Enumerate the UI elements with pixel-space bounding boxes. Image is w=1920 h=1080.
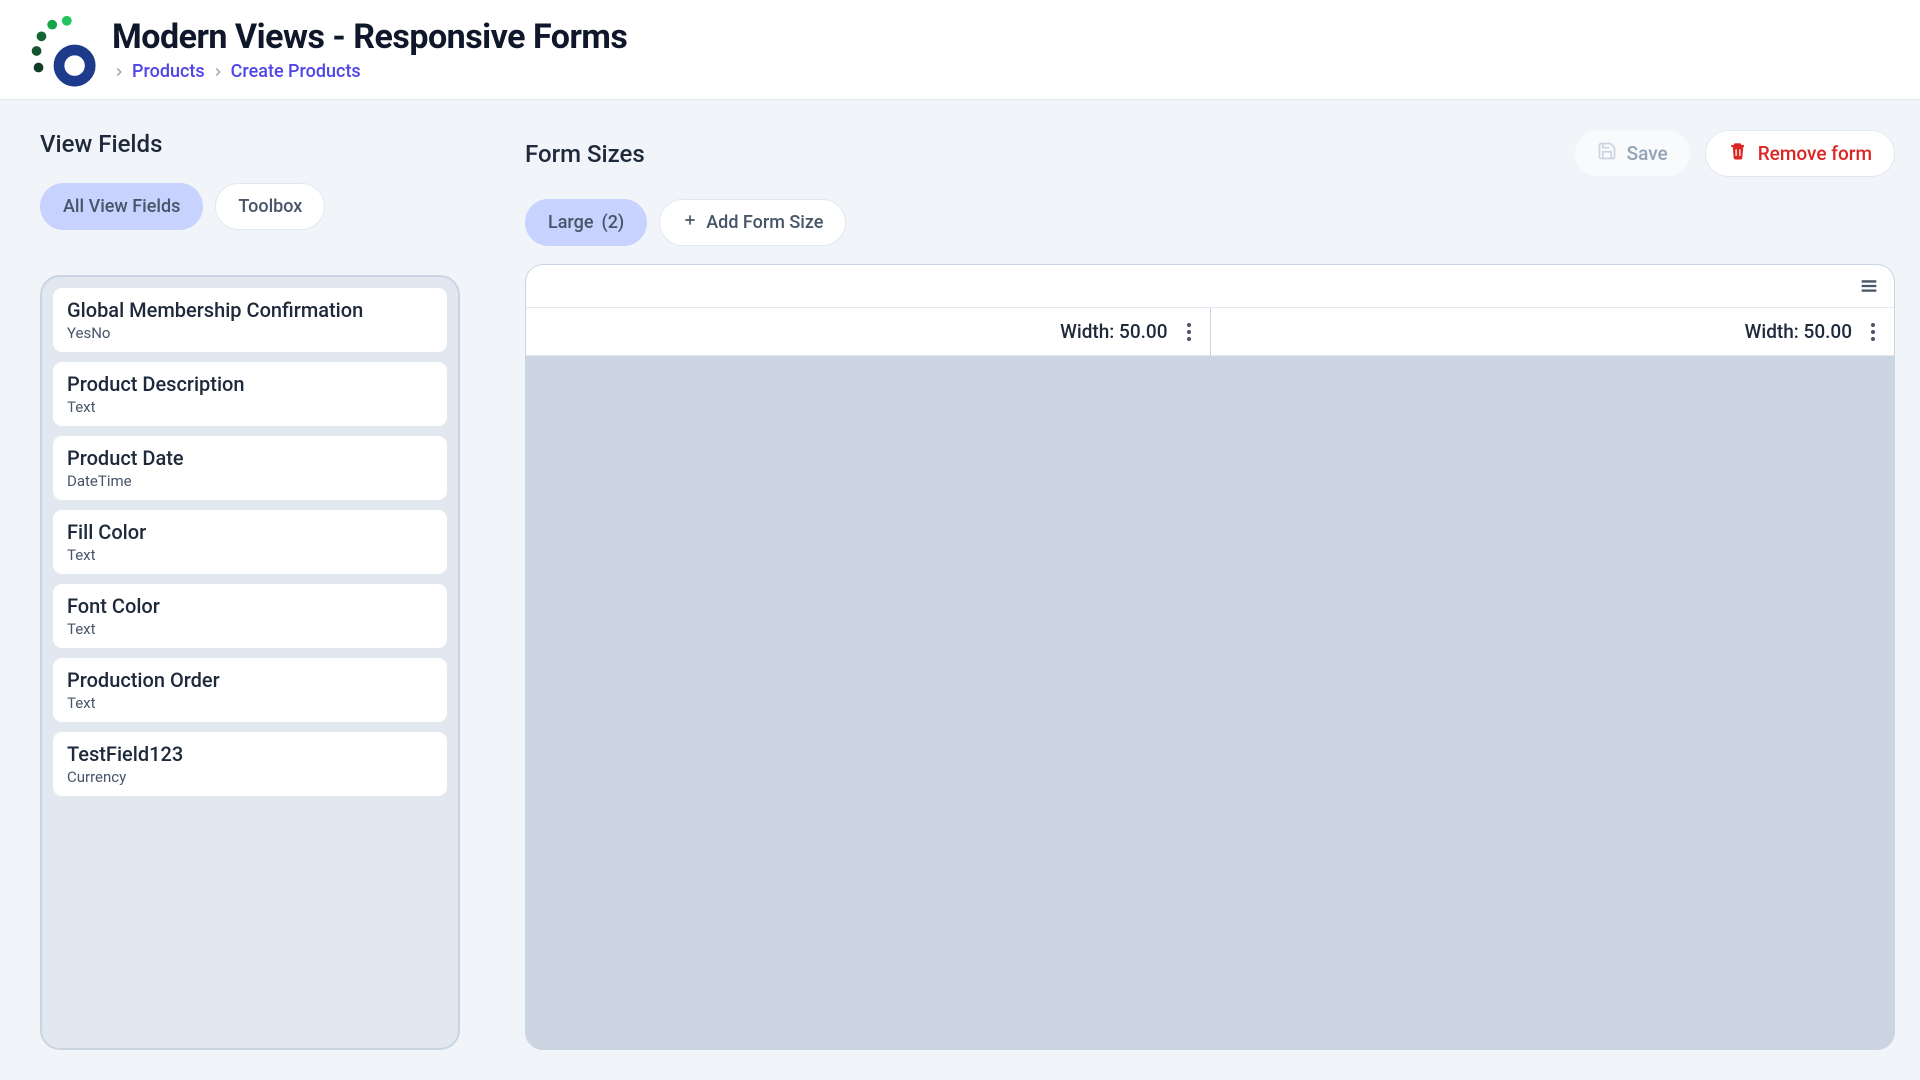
field-card[interactable]: Fill Color Text — [52, 509, 448, 575]
field-type: Currency — [67, 768, 433, 786]
field-card[interactable]: TestField123 Currency — [52, 731, 448, 797]
right-panel: Form Sizes Save Remove form Large — [500, 100, 1920, 1080]
field-type: DateTime — [67, 472, 433, 490]
column-width-label: Width: 50.00 — [1745, 320, 1852, 343]
field-name: Product Date — [67, 446, 433, 470]
action-buttons: Save Remove form — [1574, 130, 1895, 177]
form-size-count: (2) — [601, 212, 624, 233]
chevron-right-icon — [112, 65, 126, 79]
field-card[interactable]: Font Color Text — [52, 583, 448, 649]
form-column[interactable]: Width: 50.00 — [1211, 308, 1895, 1049]
form-size-tab-large[interactable]: Large (2) — [525, 199, 647, 246]
save-icon — [1597, 141, 1617, 166]
remove-label: Remove form — [1758, 142, 1872, 165]
tab-all-view-fields[interactable]: All View Fields — [40, 183, 203, 230]
form-container: Width: 50.00 Width: 50.00 — [525, 264, 1895, 1050]
field-name: Fill Color — [67, 520, 433, 544]
breadcrumb-link-create-products[interactable]: Create Products — [231, 61, 361, 82]
save-button[interactable]: Save — [1574, 130, 1691, 177]
breadcrumb: Products Create Products — [112, 61, 627, 82]
remove-form-button[interactable]: Remove form — [1705, 130, 1895, 177]
field-card[interactable]: Global Membership Confirmation YesNo — [52, 287, 448, 353]
app-header: Modern Views - Responsive Forms Products… — [0, 0, 1920, 100]
column-menu-icon[interactable] — [1186, 322, 1192, 342]
field-card[interactable]: Production Order Text — [52, 657, 448, 723]
field-type: Text — [67, 620, 433, 638]
main-layout: View Fields All View Fields Toolbox Glob… — [0, 100, 1920, 1080]
field-card[interactable]: Product Date DateTime — [52, 435, 448, 501]
field-type: YesNo — [67, 324, 433, 342]
add-form-size-button[interactable]: Add Form Size — [659, 199, 846, 246]
chevron-right-icon — [211, 65, 225, 79]
field-card[interactable]: Product Description Text — [52, 361, 448, 427]
field-type: Text — [67, 398, 433, 416]
trash-icon — [1728, 141, 1748, 166]
tab-toolbox[interactable]: Toolbox — [215, 183, 325, 230]
app-logo — [20, 11, 98, 89]
form-size-label: Large — [548, 212, 593, 233]
field-list: Global Membership Confirmation YesNo Pro… — [40, 275, 460, 1050]
column-menu-icon[interactable] — [1870, 322, 1876, 342]
form-sizes-title: Form Sizes — [525, 140, 645, 168]
page-title: Modern Views - Responsive Forms — [112, 17, 627, 57]
field-name: Font Color — [67, 594, 433, 618]
field-name: TestField123 — [67, 742, 433, 766]
view-fields-title: View Fields — [40, 130, 460, 158]
save-label: Save — [1627, 142, 1668, 165]
menu-icon[interactable] — [1858, 275, 1880, 297]
form-column[interactable]: Width: 50.00 — [526, 308, 1211, 1049]
form-size-tabs: Large (2) Add Form Size — [525, 199, 1895, 246]
breadcrumb-link-products[interactable]: Products — [132, 61, 205, 82]
column-width-label: Width: 50.00 — [1060, 320, 1167, 343]
plus-icon — [682, 212, 698, 233]
add-size-label: Add Form Size — [706, 212, 823, 233]
field-type: Text — [67, 546, 433, 564]
form-columns: Width: 50.00 Width: 50.00 — [526, 308, 1894, 1049]
form-column-header: Width: 50.00 — [526, 308, 1210, 356]
field-tabs: All View Fields Toolbox — [40, 183, 460, 230]
left-panel: View Fields All View Fields Toolbox Glob… — [0, 100, 500, 1080]
form-toolbar — [526, 265, 1894, 308]
field-name: Production Order — [67, 668, 433, 692]
form-column-header: Width: 50.00 — [1211, 308, 1895, 356]
field-name: Global Membership Confirmation — [67, 298, 433, 322]
field-name: Product Description — [67, 372, 433, 396]
field-type: Text — [67, 694, 433, 712]
